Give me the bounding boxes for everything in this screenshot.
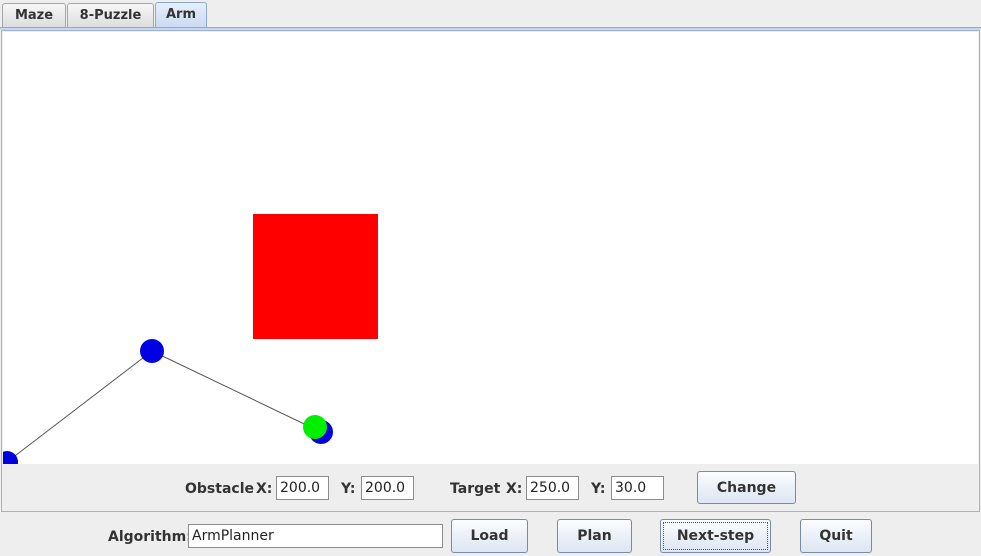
algorithm-input[interactable] xyxy=(188,524,443,548)
obstacle-square xyxy=(253,214,378,339)
workspace-drawing xyxy=(3,214,378,464)
quit-button[interactable]: Quit xyxy=(800,519,872,553)
arm-workspace-canvas[interactable] xyxy=(3,32,978,464)
arm-link-2 xyxy=(151,350,322,433)
plan-button[interactable]: Plan xyxy=(557,519,632,553)
obstacle-y-label: Y: xyxy=(341,481,356,497)
arm-base-joint xyxy=(3,451,18,464)
target-label: Target xyxy=(450,481,501,497)
obstacle-target-controls: Obstacle X: Y: Target X: Y: Change xyxy=(2,467,979,511)
target-x-input[interactable] xyxy=(526,476,579,500)
obstacle-x-input[interactable] xyxy=(276,476,329,500)
target-point xyxy=(303,415,327,439)
next-step-button[interactable]: Next-step xyxy=(660,519,771,553)
tab-maze[interactable]: Maze xyxy=(2,3,66,28)
obstacle-y-input[interactable] xyxy=(361,476,414,500)
target-y-input[interactable] xyxy=(611,476,664,500)
arm-link-1 xyxy=(6,350,153,463)
obstacle-x-label: X: xyxy=(256,481,273,497)
tab-8-puzzle[interactable]: 8-Puzzle xyxy=(67,3,154,28)
target-x-label: X: xyxy=(506,481,523,497)
arm-elbow-joint xyxy=(140,339,164,363)
load-button[interactable]: Load xyxy=(451,519,528,553)
arm-planner-window: Maze 8-Puzzle Arm Obstacle X: Y: Target … xyxy=(0,0,981,556)
arm-tab-panel: Obstacle X: Y: Target X: Y: Change xyxy=(1,30,980,512)
algorithm-label: Algorithm: xyxy=(108,529,192,545)
algorithm-bar: Algorithm: Load Plan Next-step Quit xyxy=(0,513,981,556)
tab-bar: Maze 8-Puzzle Arm xyxy=(0,0,981,29)
target-y-label: Y: xyxy=(591,481,606,497)
obstacle-label: Obstacle xyxy=(185,481,254,497)
change-button[interactable]: Change xyxy=(697,471,796,504)
tab-arm[interactable]: Arm xyxy=(155,2,207,29)
